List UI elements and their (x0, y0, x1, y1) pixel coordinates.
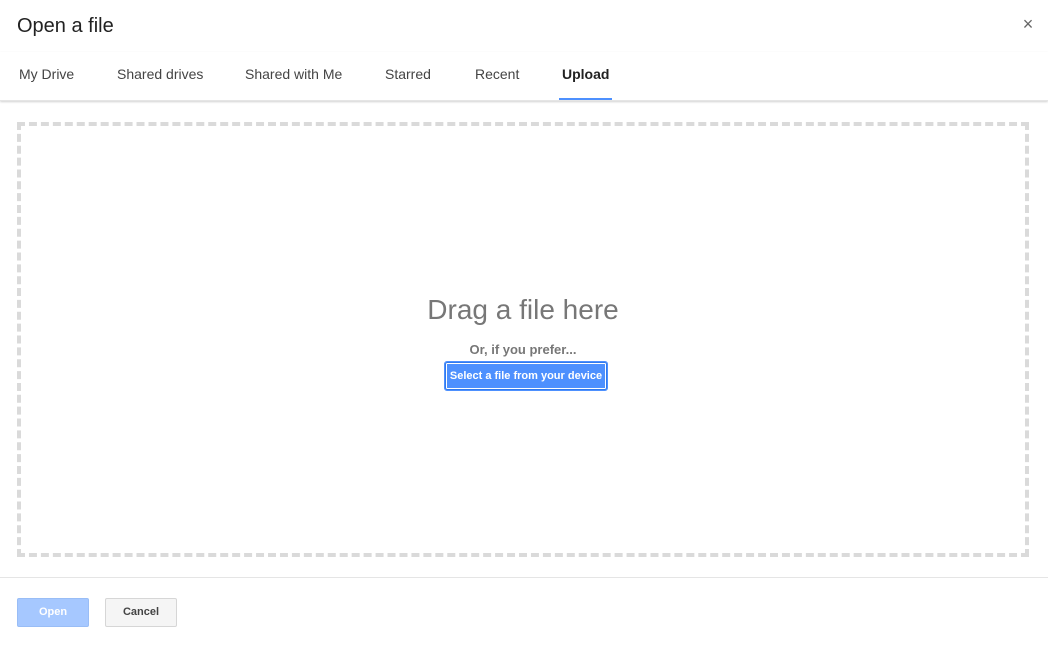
close-icon[interactable]: × (1020, 14, 1036, 34)
cancel-button[interactable]: Cancel (105, 598, 177, 627)
upload-dropzone[interactable]: Drag a file here Or, if you prefer... Se… (17, 122, 1029, 557)
tab-starred[interactable]: Starred (385, 52, 431, 100)
drag-file-text: Drag a file here (427, 294, 619, 325)
tab-shared-with-me[interactable]: Shared with Me (245, 52, 342, 100)
select-file-button[interactable]: Select a file from your device (444, 361, 608, 391)
tab-recent[interactable]: Recent (475, 52, 519, 100)
tab-shared-drives[interactable]: Shared drives (117, 52, 203, 100)
tab-my-drive[interactable]: My Drive (19, 52, 74, 100)
prefer-text: Or, if you prefer... (469, 342, 577, 357)
open-file-dialog: Open a file × My Drive Shared drives Sha… (0, 0, 1048, 647)
dialog-footer: Open Cancel (0, 577, 1048, 647)
dialog-title: Open a file (17, 15, 114, 37)
tab-upload[interactable]: Upload (558, 52, 613, 100)
open-button[interactable]: Open (17, 598, 89, 627)
tab-bar: My Drive Shared drives Shared with Me St… (0, 52, 1048, 101)
